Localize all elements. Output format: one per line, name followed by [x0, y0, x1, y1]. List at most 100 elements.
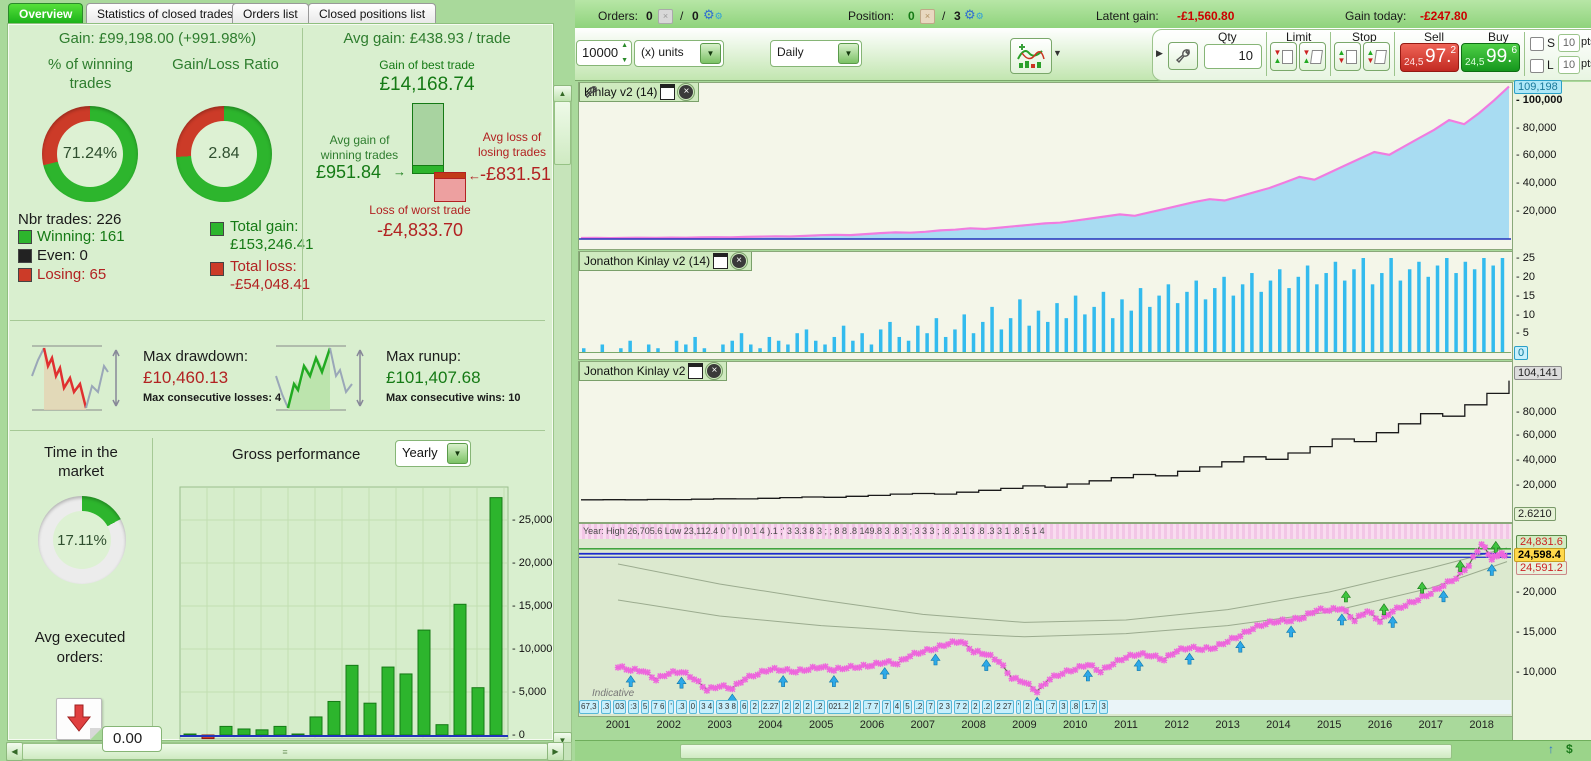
limit-checkbox[interactable]: [1530, 59, 1544, 73]
qty-input[interactable]: 10: [1204, 44, 1262, 69]
pane2-title-tab[interactable]: Jonathon Kinlay v2 (14) ×: [579, 252, 753, 271]
trade-count-badge: 7: [882, 700, 891, 714]
vertical-scroll-thumb[interactable]: [554, 101, 571, 165]
spinner-down-icon[interactable]: ▼: [621, 57, 628, 64]
stop-loss-pts-input[interactable]: 10: [1558, 34, 1580, 52]
timeframe-select[interactable]: Daily ▼: [770, 40, 862, 67]
pane2-axis-label: 10: [1516, 309, 1535, 321]
sell-button[interactable]: 24,5 97. 2: [1400, 43, 1459, 72]
tab-orders-list[interactable]: Orders list: [232, 3, 309, 24]
gross-y-label: 0: [512, 729, 525, 741]
chevron-down-icon[interactable]: ▼: [447, 443, 468, 464]
gross-y-label: 25,000: [512, 514, 553, 526]
limit-checkbox-label: L: [1547, 58, 1554, 72]
gain-today-value: -£247.80: [1420, 9, 1468, 23]
tab-statistics[interactable]: Statistics of closed trades: [86, 3, 245, 24]
trade-count-badges-row: 67,3.3 03:3 5 7 6 ' .3 0 3 43 3 8 6 2 2.27 2 2 2.2 021…: [579, 700, 1511, 714]
max-runup-value: £101,407.68: [386, 368, 481, 387]
chart-type-button[interactable]: [1010, 38, 1052, 74]
time-in-market-title: Time in the market: [44, 444, 118, 480]
stop-buy-order-button[interactable]: ▲ ▼: [1334, 42, 1361, 71]
position-total-count: 3: [954, 9, 961, 23]
window-icon[interactable]: [688, 363, 704, 379]
limit-pts-input[interactable]: 10: [1558, 56, 1580, 74]
trade-count-badge: 1.7: [1082, 700, 1098, 714]
total-loss-label: Total loss:: [230, 258, 297, 275]
cancel-orders-icon[interactable]: ×: [658, 9, 673, 24]
column-divider-2: [152, 438, 153, 736]
close-position-icon[interactable]: ×: [920, 9, 935, 24]
close-icon[interactable]: ×: [677, 83, 696, 101]
wrench-icon[interactable]: [584, 85, 598, 99]
pane3-axis-label: 60,000: [1516, 429, 1557, 441]
chevron-down-icon[interactable]: ▼: [700, 43, 721, 64]
scroll-right-button[interactable]: ▶: [547, 742, 564, 761]
spinner-up-icon[interactable]: ▲: [621, 42, 628, 49]
pane3-title-tab[interactable]: Jonathon Kinlay v2 ×: [579, 362, 728, 381]
pane3-axis-label: 20,000: [1516, 479, 1557, 491]
year-axis-label: 2016: [1367, 719, 1393, 731]
scroll-left-button[interactable]: ◀: [6, 742, 23, 761]
units-select[interactable]: (x) units ▼: [634, 40, 724, 67]
order-page-edit-icon: [1374, 49, 1388, 64]
indicative-note: Indicative: [592, 688, 635, 699]
up-arrow-icon: ▲ ▼: [1337, 47, 1346, 65]
scroll-up-button[interactable]: ▲: [553, 85, 572, 102]
pane1-axis-label: 60,000: [1516, 149, 1557, 161]
buy-label: Buy: [1488, 30, 1509, 44]
scroll-up-shortcut-icon[interactable]: ↑: [1548, 742, 1554, 756]
pane1-title-tab[interactable]: Kinlay v2 (14) ×: [579, 83, 700, 102]
drawdown-sparkline-icon: [31, 345, 120, 411]
pane3-axis-label: 40,000: [1516, 454, 1557, 466]
close-icon[interactable]: ×: [705, 362, 724, 380]
orders-settings-gear-icon[interactable]: ⚙⚙: [703, 7, 723, 23]
trade-count-badge: 2: [782, 700, 791, 714]
left-vertical-scrollbar[interactable]: [553, 85, 572, 749]
even-legend-swatch: [18, 249, 32, 263]
up-arrow-icon: ▲: [1273, 55, 1282, 65]
trade-count-badge: 6: [739, 700, 749, 714]
close-icon[interactable]: ×: [730, 252, 749, 270]
buy-button[interactable]: 24,5 99. 6: [1461, 43, 1520, 72]
pane2-title: Jonathon Kinlay v2 (14): [584, 254, 711, 268]
wrench-icon: [1175, 49, 1190, 64]
down-arrow-icon: ▼ ▲: [1273, 47, 1282, 65]
stop-loss-checkbox[interactable]: [1530, 37, 1544, 51]
chart-horizontal-scroll-thumb[interactable]: [680, 744, 1452, 759]
trade-count-badge: .8: [1069, 700, 1081, 714]
order-settings-button[interactable]: [1168, 42, 1198, 70]
chevron-down-icon[interactable]: ▼: [838, 43, 859, 64]
lot-size-spinner[interactable]: 10000 ▲ ▼: [576, 40, 632, 66]
trade-count-badge: 3: [1059, 700, 1068, 714]
runup-sparkline-icon: [275, 345, 364, 411]
position-settings-gear-icon[interactable]: ⚙⚙: [964, 7, 984, 23]
max-consecutive-wins: Max consecutive wins: 10: [386, 392, 521, 404]
stop-sell-order-button[interactable]: ▲ ▼: [1363, 42, 1390, 71]
limit-buy-order-button[interactable]: ▼ ▲: [1270, 42, 1297, 71]
horizontal-scroll-thumb[interactable]: ≡: [22, 743, 548, 760]
units-selected-value: (x) units: [641, 45, 684, 59]
window-icon[interactable]: [660, 84, 676, 100]
window-icon[interactable]: [713, 253, 729, 269]
trade-count-badge: 0: [688, 700, 698, 714]
trade-count-badge: :3: [628, 700, 639, 714]
time-in-market-donut: 17.11%: [38, 496, 126, 584]
toolbar-separator-4: [1524, 32, 1525, 76]
closed-equity-axis-flag: 104,141: [1514, 366, 1562, 380]
losing-legend-swatch: [18, 268, 32, 282]
year-axis-label: 2014: [1266, 719, 1291, 731]
avg-loss-label: Avg loss of losing trades: [477, 130, 547, 159]
tab-closed-positions[interactable]: Closed positions list: [308, 3, 437, 24]
limit-sell-order-button[interactable]: ▼ ▲: [1299, 42, 1326, 71]
collapse-panel-icon[interactable]: ▶: [1156, 48, 1163, 59]
currency-icon[interactable]: $: [1566, 742, 1573, 756]
tab-overview[interactable]: Overview: [8, 3, 84, 24]
gross-y-label: 5,000: [512, 686, 547, 698]
avg-orders-value: 0.00: [113, 730, 143, 747]
trade-count-badge: 2: [792, 700, 802, 714]
position-separator: /: [942, 9, 946, 23]
gross-performance-period-select[interactable]: Yearly ▼: [395, 440, 471, 467]
year-high-axis-flag: 24,831.6: [1516, 535, 1567, 549]
chart-type-caret-icon[interactable]: ▼: [1053, 48, 1062, 58]
year-axis-label: 2010: [1062, 719, 1088, 731]
